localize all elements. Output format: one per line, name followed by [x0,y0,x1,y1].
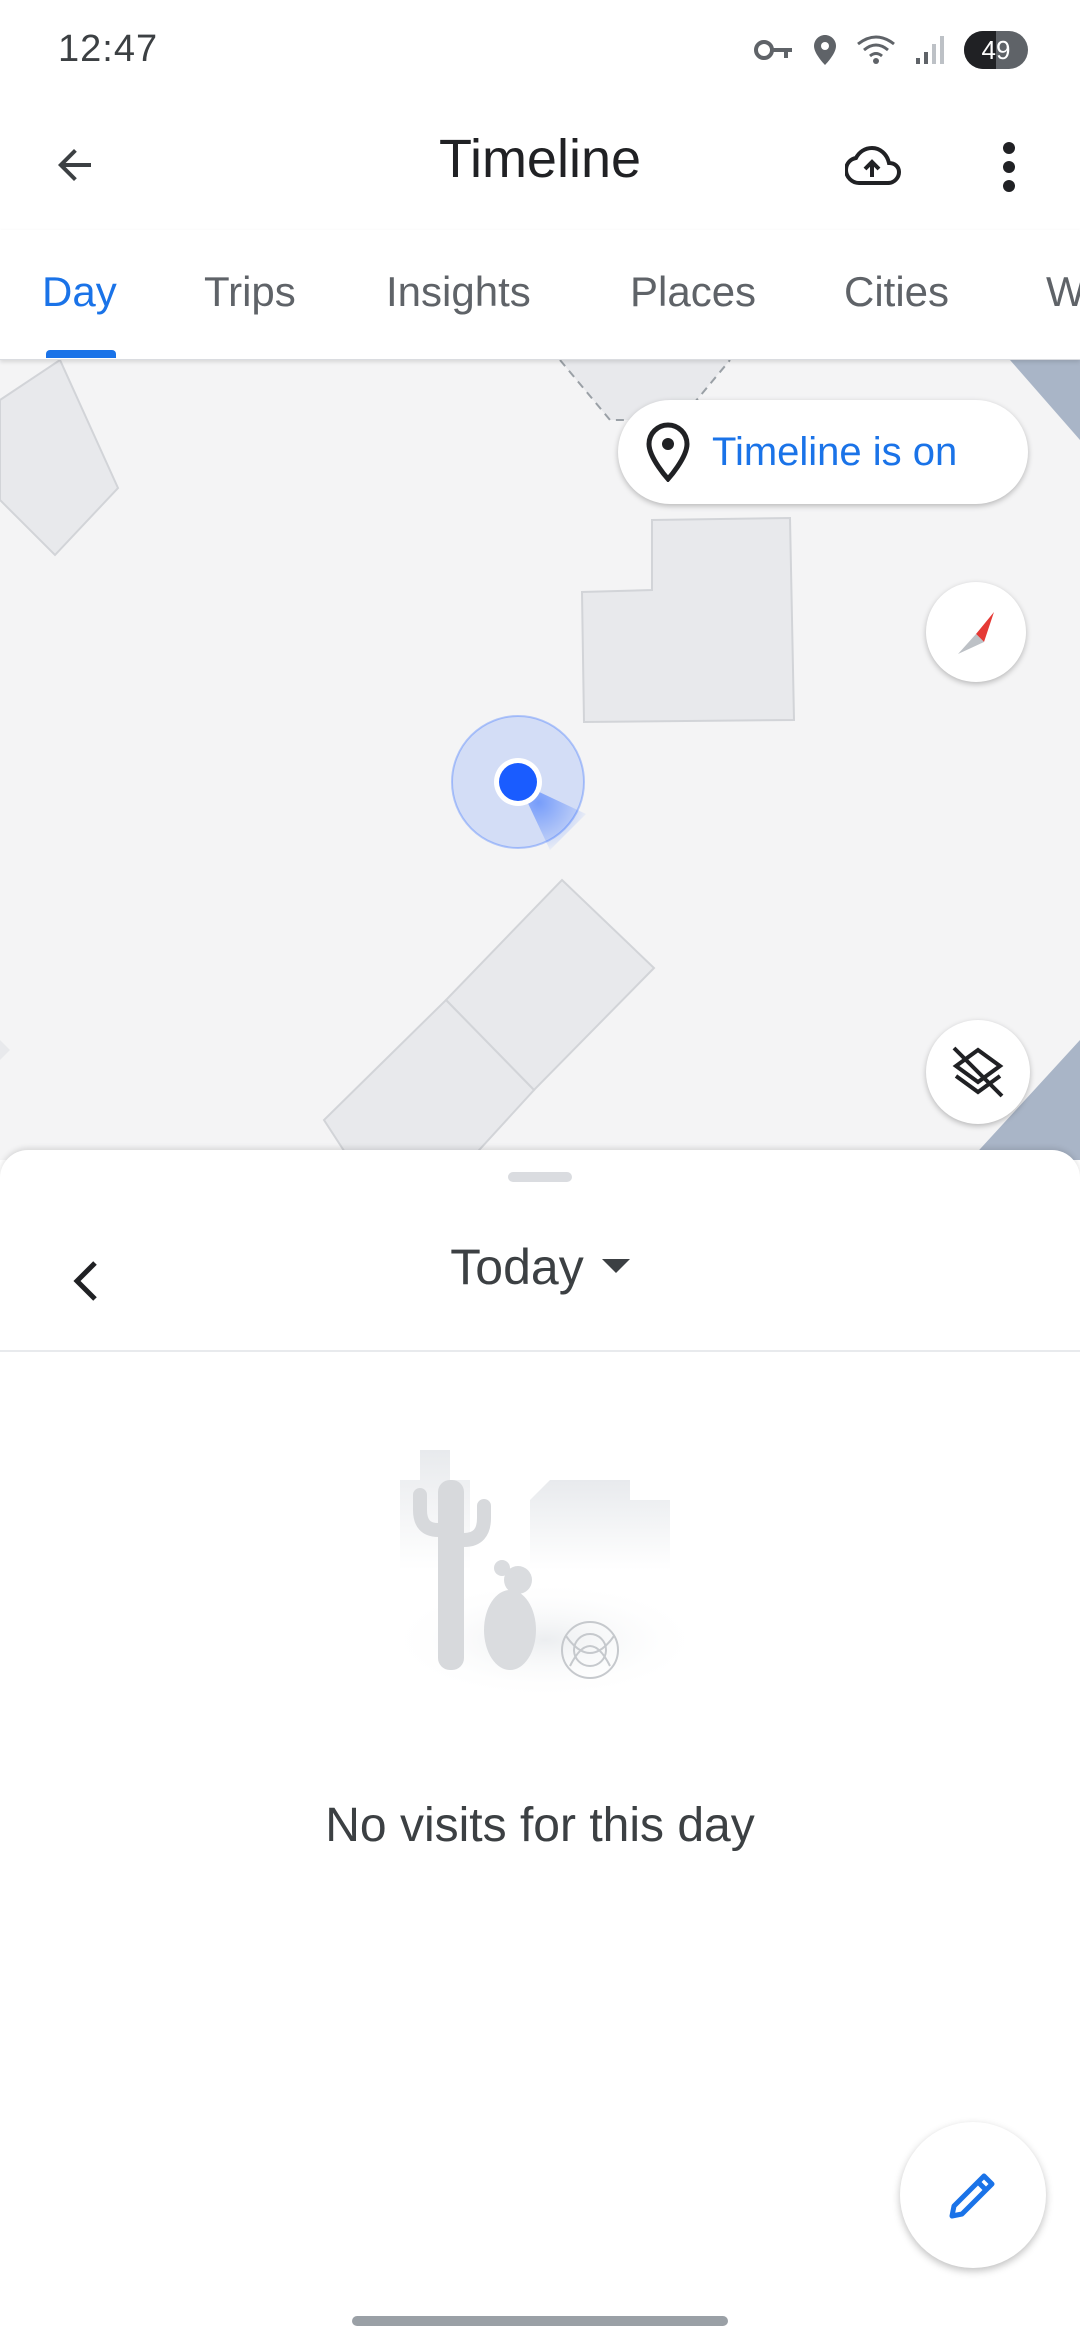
status-bar: 12:47 49 [0,0,1080,100]
status-icons: 49 [754,28,1028,72]
more-options-button[interactable] [972,130,1046,204]
signal-icon [914,34,946,66]
desert-illustration [385,1450,705,1700]
divider [0,1350,1080,1352]
tab-bar: Day Trips Insights Places Cities W [0,230,1080,360]
compass-icon [958,612,994,654]
drag-handle[interactable] [508,1172,572,1182]
layers-toggle-button[interactable] [926,1020,1030,1124]
day-label: Today [450,1239,584,1295]
compass-button[interactable] [926,582,1026,682]
tab-partial[interactable]: W [1046,268,1080,316]
tab-trips[interactable]: Trips [204,268,296,316]
tab-day[interactable]: Day [42,268,117,316]
location-pin-icon [646,422,690,482]
day-selector[interactable]: Today [0,1238,1080,1296]
battery-level: 49 [981,34,1011,65]
tab-cities[interactable]: Cities [844,268,949,316]
tab-places[interactable]: Places [630,268,756,316]
active-tab-indicator [46,350,116,358]
tab-insights[interactable]: Insights [386,268,531,316]
dropdown-arrow-icon [601,1259,630,1273]
layers-off-icon [952,1046,1004,1098]
app-bar: Timeline [0,100,1080,230]
page-title: Timeline [438,129,642,189]
timeline-status-chip[interactable]: Timeline is on [618,400,1028,504]
current-location-icon [451,715,586,850]
cloud-upload-icon [845,145,901,185]
map-view[interactable]: Timeline is on [0,360,1080,1160]
gesture-navigation-bar[interactable] [352,2316,728,2326]
empty-state-message: No visits for this day [325,1799,755,1852]
cloud-upload-button[interactable] [836,130,910,204]
vpn-key-icon [754,38,794,62]
battery-icon: 49 [964,31,1028,69]
status-time: 12:47 [58,28,159,70]
wifi-icon [856,34,896,66]
location-icon [812,33,838,67]
more-vert-icon [1003,142,1015,192]
edit-button[interactable] [900,2122,1046,2268]
edit-pencil-icon [949,2173,995,2219]
bottom-sheet[interactable]: Today No visits for this day [0,1150,1080,2340]
timeline-status-label: Timeline is on [712,429,958,474]
